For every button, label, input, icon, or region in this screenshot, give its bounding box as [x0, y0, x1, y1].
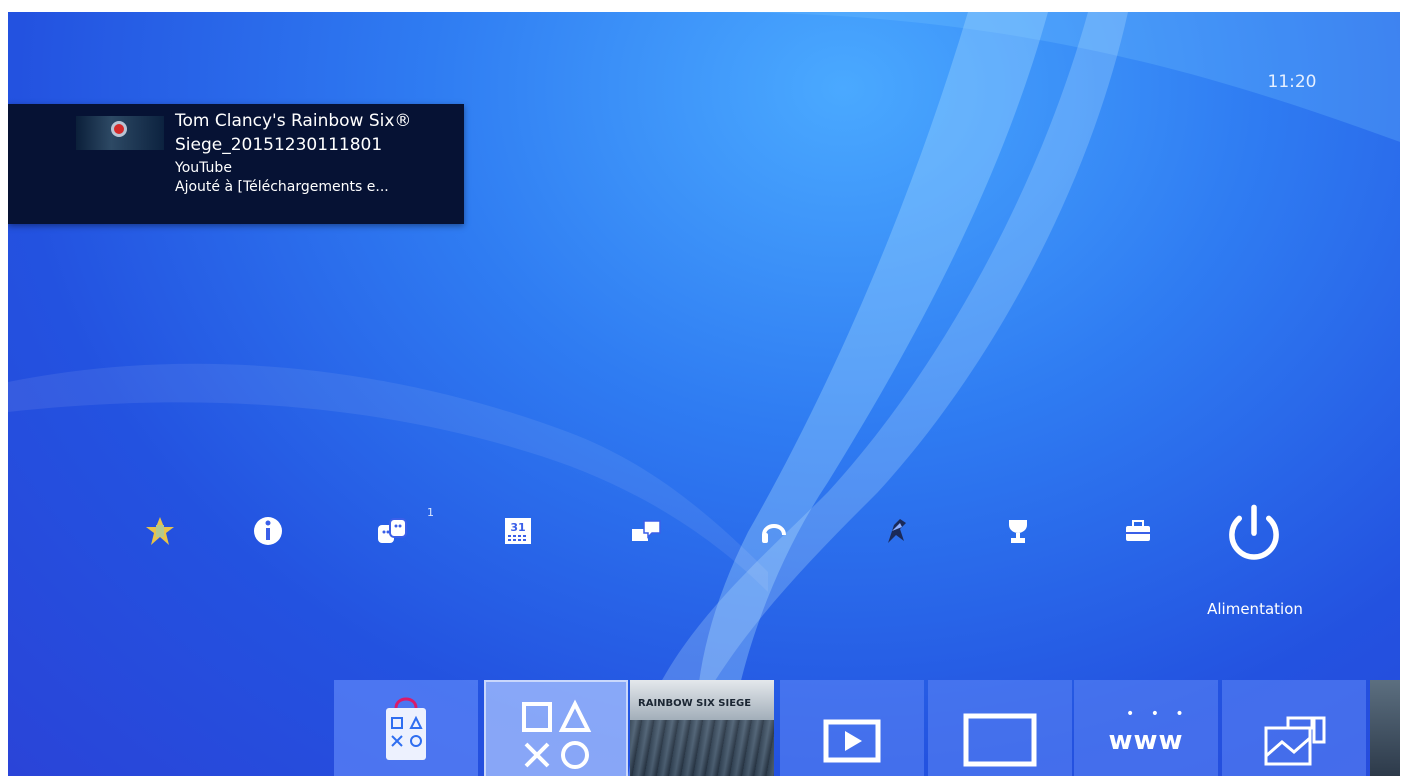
- trophy-icon[interactable]: [994, 507, 1042, 555]
- download-notification[interactable]: Tom Clancy's Rainbow Six® Siege_20151230…: [8, 104, 464, 224]
- settings-toolbox-icon[interactable]: [1114, 507, 1162, 555]
- profile-avatar-icon[interactable]: [872, 507, 920, 555]
- capture-gallery-tile[interactable]: [1222, 680, 1366, 776]
- power-icon[interactable]: [1216, 497, 1292, 573]
- calendar-icon[interactable]: 31: [494, 507, 542, 555]
- game-title-art: RAINBOW SIX SIEGE: [638, 698, 752, 709]
- library-tile[interactable]: [484, 680, 628, 776]
- ps-shapes-icon: [522, 699, 592, 769]
- play-screen-icon: [823, 719, 881, 763]
- notification-thumbnail: [76, 116, 164, 150]
- browser-dots: • • •: [1126, 706, 1190, 722]
- video-tile[interactable]: [928, 680, 1072, 776]
- friends-badge: 1: [427, 506, 434, 519]
- playstation-store-tile[interactable]: [334, 680, 478, 776]
- tv-video-tile[interactable]: [780, 680, 924, 776]
- power-label: Alimentation: [1207, 600, 1303, 618]
- messages-icon[interactable]: [622, 507, 670, 555]
- clock: 11:20: [1267, 72, 1317, 92]
- party-headset-icon[interactable]: [750, 507, 798, 555]
- svg-text:31: 31: [510, 521, 525, 534]
- game-tile-rainbow-six[interactable]: RAINBOW SIX SIEGE: [630, 680, 774, 776]
- ps4-home-screen: Tom Clancy's Rainbow Six® Siege_20151230…: [8, 12, 1400, 776]
- notification-title-line1: Tom Clancy's Rainbow Six®: [175, 111, 412, 131]
- gallery-icon: [1264, 716, 1326, 766]
- monitor-icon: [963, 713, 1037, 767]
- notification-status: Ajouté à [Téléchargements e...: [175, 179, 389, 195]
- playstation-plus-icon[interactable]: [136, 507, 184, 555]
- next-tile-partial[interactable]: [1370, 680, 1400, 776]
- friends-icon[interactable]: [368, 507, 416, 555]
- info-icon[interactable]: [244, 507, 292, 555]
- internet-browser-tile[interactable]: • • • www: [1074, 680, 1218, 776]
- notification-service: YouTube: [175, 160, 232, 176]
- store-bag-icon: [386, 697, 426, 760]
- www-label: www: [1108, 726, 1184, 756]
- notification-title-line2: Siege_20151230111801: [175, 135, 383, 155]
